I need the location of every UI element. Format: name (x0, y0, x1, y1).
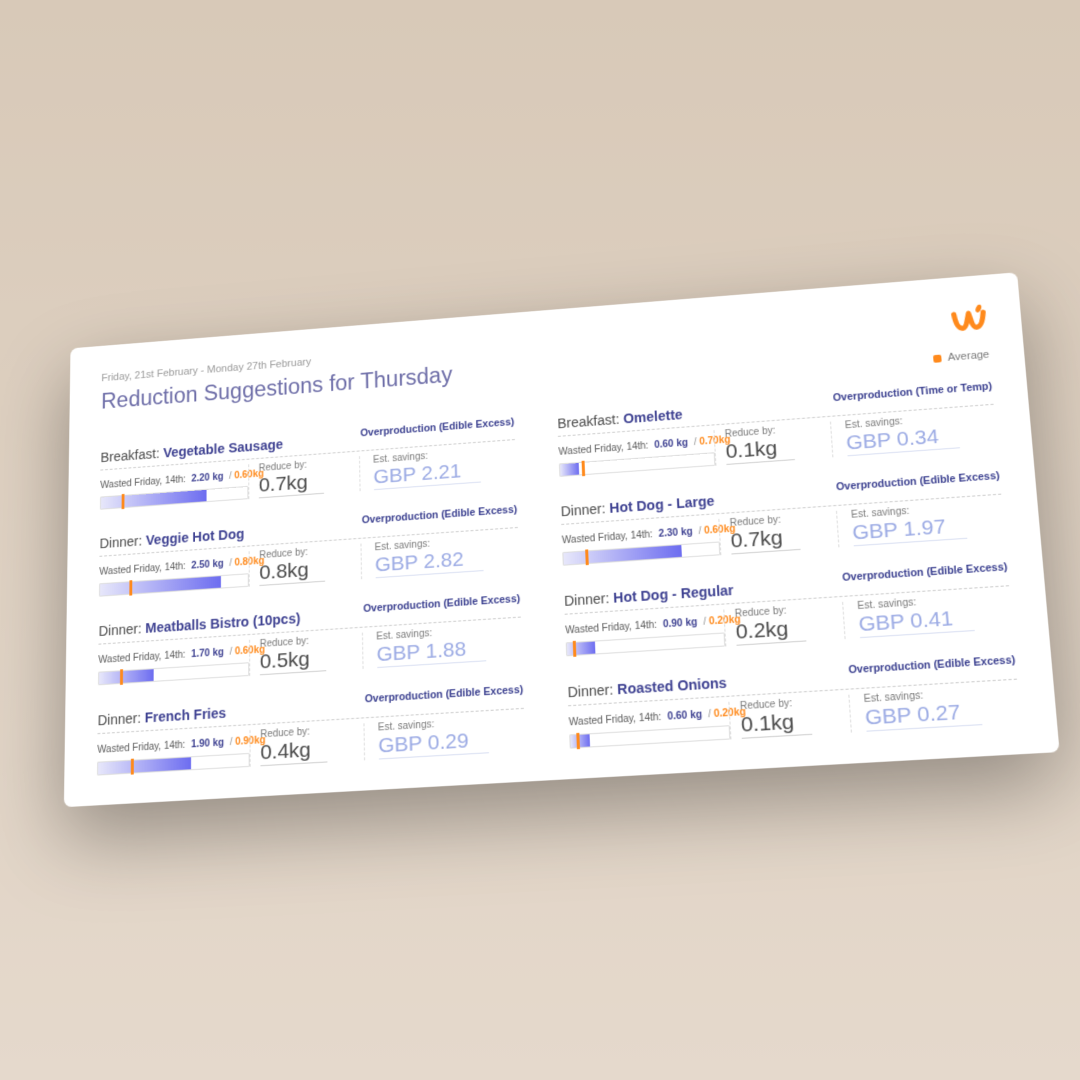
reduce-value: 0.7kg (259, 470, 324, 498)
suggestion-card: Overproduction (Edible Excess) Dinner: H… (564, 564, 1013, 656)
waste-bar (562, 541, 720, 565)
meal-label: Dinner: (560, 501, 605, 520)
savings-value: GBP 0.27 (864, 699, 982, 731)
meal-label: Dinner: (99, 621, 142, 639)
reduce-value: 0.8kg (259, 558, 325, 586)
average-tick-icon (585, 549, 589, 565)
reduce-value: 0.2kg (735, 616, 806, 645)
wasted-line: Wasted Friday, 14th: 1.90 kg / 0.90kg (97, 736, 249, 756)
suggestion-card: Overproduction (Edible Excess) Dinner: F… (97, 687, 525, 776)
reduce-value: 0.7kg (730, 525, 800, 554)
waste-bar (98, 662, 249, 685)
reduce-value: 0.1kg (725, 436, 795, 465)
average-tick-icon (120, 669, 123, 685)
meal-label: Breakfast: (100, 446, 159, 465)
savings-value: GBP 0.29 (378, 728, 488, 759)
waste-bar (569, 725, 730, 748)
dish-label: Hot Dog - Regular (613, 582, 734, 606)
meal-label: Dinner: (567, 681, 613, 700)
suggestion-card: Overproduction (Time or Temp) Breakfast:… (557, 384, 997, 477)
dish-label: Vegetable Sausage (163, 437, 283, 461)
reduce-value: 0.5kg (260, 647, 326, 676)
waste-bar (99, 573, 249, 596)
wasted-line: Wasted Friday, 14th: 0.60 kg / 0.20kg (569, 708, 730, 728)
suggestion-card: Overproduction (Edible Excess) Dinner: V… (99, 507, 519, 597)
cards-grid: Overproduction (Edible Excess) Breakfast… (97, 384, 1021, 776)
dish-label: Hot Dog - Large (609, 493, 715, 516)
average-tick-icon (129, 580, 132, 595)
dashboard-screen: Friday, 21st February - Monday 27th Febr… (64, 272, 1060, 807)
dish-label: Veggie Hot Dog (146, 526, 244, 548)
legend-label: Average (947, 349, 990, 364)
suggestion-card: Overproduction (Edible Excess) Dinner: M… (98, 596, 522, 685)
suggestion-card: Overproduction (Edible Excess) Breakfast… (100, 419, 516, 509)
average-tick-icon (131, 759, 134, 775)
average-tick-icon (121, 494, 124, 509)
suggestion-card: Overproduction (Edible Excess) Dinner: H… (560, 473, 1004, 566)
waste-bar (566, 632, 726, 656)
meal-label: Dinner: (564, 590, 610, 609)
legend: Average (933, 349, 990, 365)
waste-bar (100, 486, 248, 510)
dish-label: Meatballs Bistro (10pcs) (145, 610, 300, 636)
suggestion-card: Overproduction (Edible Excess) Dinner: R… (567, 657, 1020, 748)
legend-swatch-icon (933, 355, 942, 363)
meal-label: Dinner: (98, 710, 142, 728)
average-tick-icon (581, 461, 585, 477)
meal-label: Breakfast: (557, 411, 620, 431)
meal-label: Dinner: (100, 533, 143, 551)
reduce-value: 0.1kg (740, 709, 812, 739)
average-tick-icon (576, 733, 580, 749)
reduce-value: 0.4kg (260, 737, 327, 766)
dish-label: French Fries (145, 705, 226, 726)
average-tick-icon (573, 641, 577, 657)
waste-bar (97, 753, 250, 776)
brand-logo-icon (951, 303, 988, 334)
dish-label: Roasted Onions (617, 675, 727, 698)
dish-label: Omelette (623, 407, 683, 427)
